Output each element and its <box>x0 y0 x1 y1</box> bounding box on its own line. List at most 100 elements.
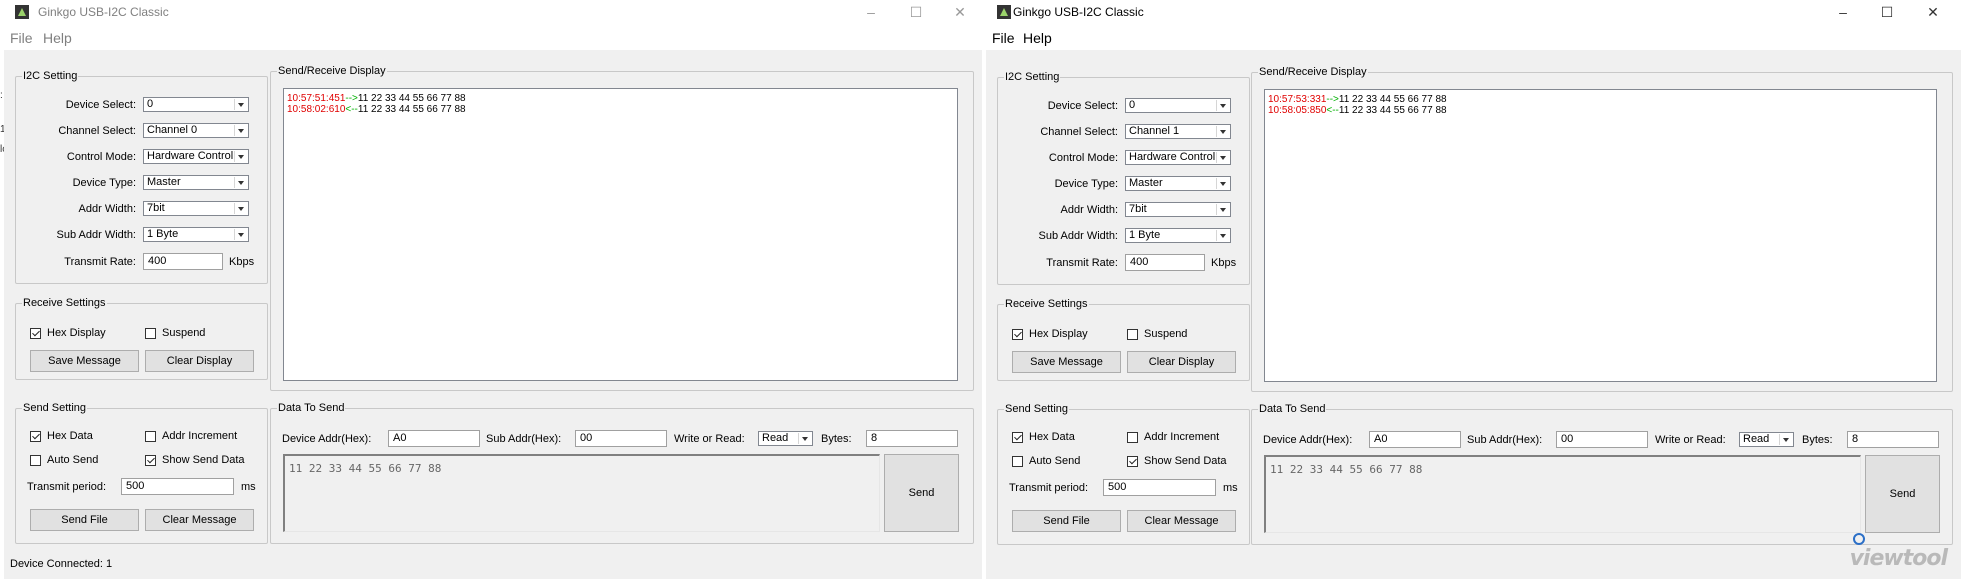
transmit-period-input[interactable]: 500 <box>121 478 234 495</box>
hex-display-label: Hex Display <box>47 327 106 339</box>
bytes-input[interactable]: 8 <box>866 430 958 447</box>
addr-increment-checkbox[interactable] <box>145 431 156 442</box>
maximize-icon[interactable]: ☐ <box>1872 2 1902 22</box>
i2c-setting-group: I2C Setting Device Select: 0 Channel Sel… <box>997 70 1250 285</box>
combo-value: Read <box>762 432 789 444</box>
hex-data-checkbox[interactable] <box>30 431 41 442</box>
send-data-textarea[interactable]: 11 22 33 44 55 66 77 88 <box>283 454 880 532</box>
group-title: Receive Settings <box>1004 297 1089 311</box>
clear-display-button[interactable]: Clear Display <box>1127 351 1236 373</box>
send-file-button[interactable]: Send File <box>30 509 139 531</box>
bytes-label: Bytes: <box>1802 434 1833 446</box>
menu-file[interactable]: File <box>992 30 1015 46</box>
sub-addr-label: Sub Addr(Hex): <box>1467 434 1543 446</box>
chevron-down-icon <box>234 125 247 136</box>
close-icon[interactable]: ✕ <box>945 2 975 22</box>
control-mode-label: Control Mode: <box>1048 152 1118 164</box>
write-read-label: Write or Read: <box>1655 434 1726 446</box>
hex-data-label: Hex Data <box>1029 431 1075 443</box>
combo-value: Read <box>1743 433 1770 445</box>
suspend-checkbox[interactable] <box>145 328 156 339</box>
show-send-data-label: Show Send Data <box>162 454 245 466</box>
chevron-down-icon <box>234 203 247 214</box>
send-button[interactable]: Send <box>1865 455 1940 533</box>
viewtool-watermark: viewtool <box>1849 546 1948 571</box>
write-read-combo[interactable]: Read <box>1739 432 1794 447</box>
device-type-combo[interactable]: Master <box>1125 176 1231 191</box>
bytes-label: Bytes: <box>821 433 852 445</box>
chevron-down-icon <box>234 229 247 240</box>
show-send-data-checkbox[interactable] <box>1127 456 1138 467</box>
hex-display-checkbox[interactable] <box>30 328 41 339</box>
hex-display-checkbox[interactable] <box>1012 329 1023 340</box>
clear-message-button[interactable]: Clear Message <box>145 509 254 531</box>
device-addr-input[interactable]: A0 <box>1369 431 1461 448</box>
transmit-period-unit: ms <box>1223 482 1238 494</box>
group-title: I2C Setting <box>1004 70 1061 84</box>
maximize-icon[interactable]: ☐ <box>901 2 931 22</box>
menu-help[interactable]: Help <box>43 30 72 46</box>
log-line: 10:58:02:610<--11 22 33 44 55 66 77 88 <box>287 104 466 115</box>
send-file-button[interactable]: Send File <box>1012 510 1121 532</box>
hex-data-label: Hex Data <box>47 430 93 442</box>
device-select-combo[interactable]: 0 <box>1125 98 1231 113</box>
chevron-down-icon <box>1216 230 1229 241</box>
send-data-textarea[interactable]: 11 22 33 44 55 66 77 88 <box>1264 455 1861 533</box>
addr-width-combo[interactable]: 7bit <box>143 201 249 216</box>
close-icon[interactable]: ✕ <box>1918 2 1948 22</box>
log-line: 10:57:51:451-->11 22 33 44 55 66 77 88 <box>287 93 466 104</box>
sub-addr-width-combo[interactable]: 1 Byte <box>143 227 249 242</box>
combo-value: Master <box>1129 177 1163 189</box>
suspend-checkbox[interactable] <box>1127 329 1138 340</box>
control-mode-combo[interactable]: Hardware Control <box>1125 150 1231 165</box>
auto-send-checkbox[interactable] <box>30 455 41 466</box>
sub-addr-width-combo[interactable]: 1 Byte <box>1125 228 1231 243</box>
transmit-period-label: Transmit period: <box>27 481 107 493</box>
auto-send-label: Auto Send <box>1029 455 1081 467</box>
show-send-data-checkbox[interactable] <box>145 455 156 466</box>
control-mode-combo[interactable]: Hardware Control <box>143 149 249 164</box>
addr-increment-label: Addr Increment <box>162 430 238 442</box>
auto-send-checkbox[interactable] <box>1012 456 1023 467</box>
menu-bar: File Help <box>986 28 1961 50</box>
title-bar[interactable]: Ginkgo USB-I2C Classic – ☐ ✕ <box>986 0 1961 28</box>
chevron-down-icon <box>234 99 247 110</box>
clear-display-button[interactable]: Clear Display <box>145 350 254 372</box>
menu-help[interactable]: Help <box>1023 30 1052 46</box>
hex-data-checkbox[interactable] <box>1012 432 1023 443</box>
sub-addr-input[interactable]: 00 <box>1556 431 1648 448</box>
transmit-rate-input[interactable]: 400 <box>1125 254 1205 271</box>
group-title: Receive Settings <box>22 296 107 310</box>
addr-width-label: Addr Width: <box>1060 204 1118 216</box>
menu-file[interactable]: File <box>10 30 33 46</box>
save-message-button[interactable]: Save Message <box>30 350 139 372</box>
transmit-rate-input[interactable]: 400 <box>143 253 223 270</box>
clear-message-button[interactable]: Clear Message <box>1127 510 1236 532</box>
message-display[interactable]: 10:57:51:451-->11 22 33 44 55 66 77 88 1… <box>283 88 958 381</box>
write-read-combo[interactable]: Read <box>758 431 813 446</box>
app-window-2: Ginkgo USB-I2C Classic – ☐ ✕ File Help I… <box>986 0 1961 579</box>
device-type-combo[interactable]: Master <box>143 175 249 190</box>
bytes-input[interactable]: 8 <box>1847 431 1939 448</box>
minimize-icon[interactable]: – <box>1828 2 1858 22</box>
addr-increment-checkbox[interactable] <box>1127 432 1138 443</box>
channel-select-combo[interactable]: Channel 0 <box>143 123 249 138</box>
device-select-combo[interactable]: 0 <box>143 97 249 112</box>
transmit-period-input[interactable]: 500 <box>1103 479 1216 496</box>
save-message-button[interactable]: Save Message <box>1012 351 1121 373</box>
device-addr-label: Device Addr(Hex): <box>282 433 372 445</box>
send-button[interactable]: Send <box>884 454 959 532</box>
suspend-label: Suspend <box>162 327 206 339</box>
channel-select-combo[interactable]: Channel 1 <box>1125 124 1231 139</box>
message-display[interactable]: 10:57:53:331-->11 22 33 44 55 66 77 88 1… <box>1264 89 1937 382</box>
minimize-icon[interactable]: – <box>856 2 886 22</box>
receive-settings-group: Receive Settings Hex Display Suspend Sav… <box>15 296 268 380</box>
device-addr-input[interactable]: A0 <box>388 430 480 447</box>
sub-addr-input[interactable]: 00 <box>575 430 667 447</box>
log-data: 11 22 33 44 55 66 77 88 <box>1338 105 1447 116</box>
chevron-down-icon <box>1216 126 1229 137</box>
send-setting-group: Send Setting Hex Data Addr Increment Aut… <box>997 402 1250 545</box>
title-bar[interactable]: Ginkgo USB-I2C Classic – ☐ ✕ <box>4 0 982 28</box>
ginkgo-app-icon <box>997 5 1011 19</box>
addr-width-combo[interactable]: 7bit <box>1125 202 1231 217</box>
